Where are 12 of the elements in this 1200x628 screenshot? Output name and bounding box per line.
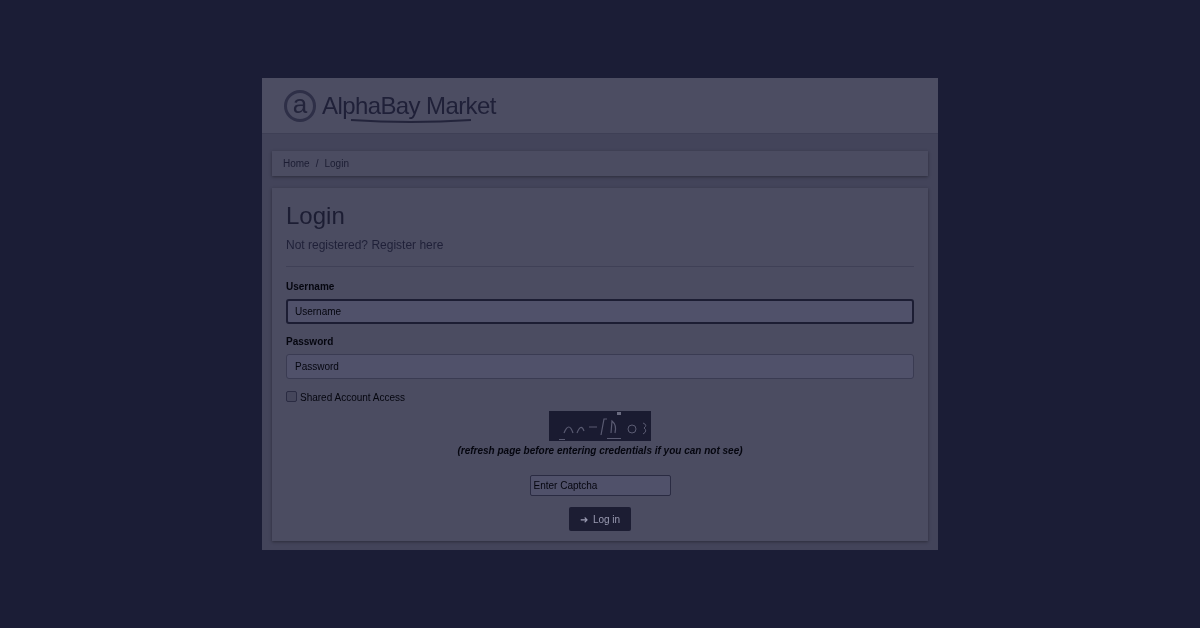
swoosh-icon [350, 117, 472, 124]
field-label: Password [286, 335, 335, 349]
input-field[interactable]: Password [286, 354, 914, 379]
captcha-hint: (refresh page before entering credentials if you can not see) [457, 444, 743, 458]
checkbox-label: Shared Account Access [300, 391, 406, 405]
field-label: Username [286, 280, 336, 294]
checkbox[interactable] [286, 390, 297, 402]
sign-in-icon: ➜ [579, 511, 588, 527]
login-button[interactable]: ➜ Log in [569, 507, 631, 531]
breadcrumb-separator: / [315, 157, 319, 171]
captcha-field[interactable]: Enter Captcha [529, 475, 671, 496]
input-field[interactable]: Username [286, 299, 914, 324]
